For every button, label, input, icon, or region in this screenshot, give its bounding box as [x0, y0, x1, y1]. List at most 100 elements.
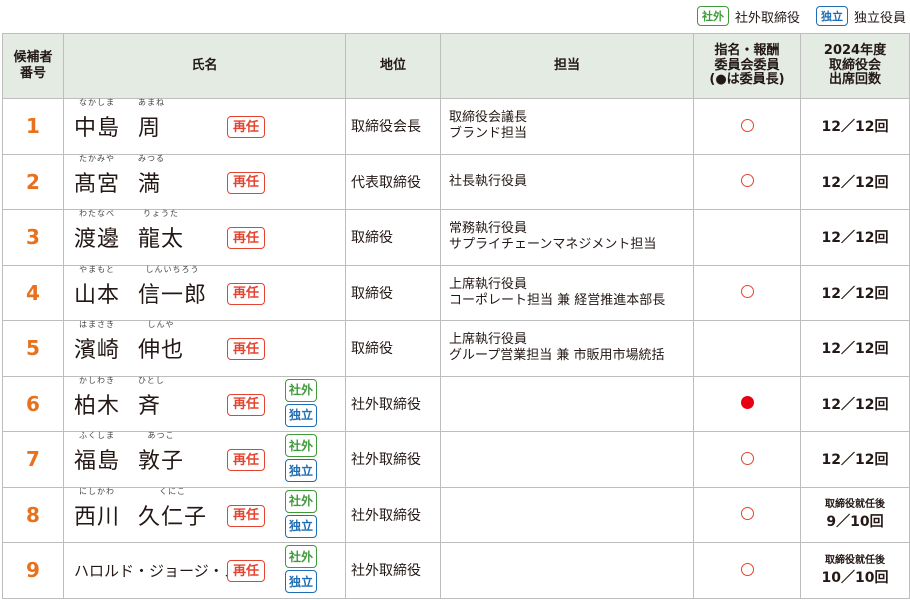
committee-cell — [693, 542, 801, 599]
committee-member-mark — [740, 451, 754, 465]
candidate-number: 1 — [2, 98, 64, 155]
independent-officer-badge: 独立 — [285, 570, 318, 593]
given-name: 周 — [138, 116, 162, 142]
independent-officer-badge: 独立 — [285, 514, 318, 538]
attendance-cell: 12／12回 — [800, 320, 910, 377]
committee-cell — [693, 431, 801, 488]
header-responsibility: 担当 — [440, 33, 694, 99]
candidate-name-cell: かしわき 柏木 ひとし斉 再任 社外 独立 — [63, 375, 346, 432]
candidate-name-cell: にしかわ 西川 くにこ 久仁子 再任 社外 独立 — [63, 486, 346, 543]
attendance-cell: 12／12回 — [800, 209, 910, 266]
candidate-position: 社外取締役 — [345, 431, 441, 488]
attendance-value: 12／12回 — [821, 230, 889, 247]
family-ruby: にしかわ — [79, 486, 115, 496]
outside-director-badge: 社外 — [285, 434, 318, 457]
committee-member-mark — [740, 562, 754, 576]
attendance-value: 12／12回 — [821, 341, 889, 358]
given-ruby: くにこ — [159, 486, 186, 496]
candidate-name-cell: ハロルド・ジョージ・メイ 再任 社外 独立 — [63, 542, 346, 599]
committee-member-mark — [740, 285, 754, 299]
committee-cell — [693, 209, 801, 266]
candidate-responsibility — [440, 431, 694, 488]
candidate-number: 5 — [2, 320, 64, 377]
candidate-responsibility: 取締役会議長 ブランド担当 — [440, 98, 694, 155]
committee-member-mark — [740, 507, 754, 521]
family-ruby: かしわき — [79, 375, 115, 385]
attendance-value: 12／12回 — [821, 174, 889, 191]
family-ruby: たかみや — [79, 153, 115, 163]
attendance-note: 取締役就任後 — [825, 499, 885, 511]
candidate-number: 8 — [2, 486, 64, 543]
attendance-value: 12／12回 — [821, 396, 889, 413]
independent-officer-label: 独立役員 — [853, 10, 906, 26]
candidate-number: 9 — [2, 542, 64, 599]
committee-cell — [693, 98, 801, 155]
candidate-responsibility — [440, 486, 694, 543]
candidate-name-cell: たかみや 髙宮 みつる満 再任 — [63, 153, 346, 210]
independent-officer-badge: 独立 — [285, 459, 318, 482]
reappoint-badge: 再任 — [227, 393, 266, 416]
outside-director-label: 社外取締役 — [734, 10, 800, 26]
family-name: 髙宮 — [74, 171, 121, 197]
committee-cell — [693, 264, 801, 321]
table-row: 3 わたなべ 渡邊 りょうた 龍太 再任 取締役 常務執行役員 サプライチェーンマネジメント担… — [2, 209, 910, 266]
given-ruby: しんや — [147, 320, 175, 330]
candidate-position: 取締役会長 — [345, 98, 441, 155]
committee-member-mark — [740, 118, 754, 132]
given-name: 敦子 — [138, 449, 185, 475]
family-name: 濱崎 — [74, 338, 121, 364]
reappoint-badge: 再任 — [227, 282, 266, 305]
header-row: 候補者 番号 氏名 地位 担当 指名・報酬 委員会委員 (●は委員長) 2024… — [2, 33, 910, 99]
table-row: 2 たかみや 髙宮 みつる満 再任 代表取締役 社長執行役員 12／12回 — [2, 153, 910, 210]
candidate-responsibility: 上席執行役員 グループ営業担当 兼 市販用市場統括 — [440, 320, 694, 377]
candidate-number: 3 — [2, 209, 64, 266]
committee-cell — [693, 320, 801, 377]
candidate-position: 社外取締役 — [345, 375, 441, 432]
family-name: 福島 — [74, 449, 121, 475]
given-name: 信一郎 — [138, 282, 208, 308]
candidate-position: 代表取締役 — [345, 153, 441, 210]
candidate-responsibility — [440, 542, 694, 599]
reappoint-badge: 再任 — [227, 560, 266, 582]
committee-cell — [693, 153, 801, 210]
header-committee: 指名・報酬 委員会委員 (●は委員長) — [693, 33, 801, 99]
attendance-cell: 12／12回 — [800, 98, 910, 155]
header-no: 候補者 番号 — [2, 33, 64, 99]
attendance-cell: 12／12回 — [800, 375, 910, 432]
attendance-value: 9／10回 — [826, 514, 884, 531]
table-row: 7 ふくしま 福島 あつこ 敦子 再任 社外 独立 社外取締役 12／12回 — [2, 431, 910, 488]
candidate-position: 社外取締役 — [345, 542, 441, 599]
table-row: 1 なかしま中島 あまね周 再任 取締役会長 取締役会議長 ブランド担当 12／12回 — [2, 98, 910, 155]
given-ruby: みつる — [138, 153, 166, 163]
table-row: 9 ハロルド・ジョージ・メイ 再任 社外 独立 社外取締役 取締役就任後 10／10回 — [2, 542, 910, 599]
table-row: 4 やまもと 山本 しんいちろう 信一郎 再任 取締役 上席執行役員 コーポレート担当 兼 経… — [2, 264, 910, 321]
family-ruby: わたなべ — [79, 209, 115, 219]
attendance-cell: 取締役就任後 9／10回 — [800, 486, 910, 543]
candidate-number: 6 — [2, 375, 64, 432]
attendance-note: 取締役就任後 — [825, 554, 885, 566]
candidate-responsibility: 常務執行役員 サプライチェーンマネジメント担当 — [440, 209, 694, 266]
candidate-number: 7 — [2, 431, 64, 488]
family-ruby: やまもと — [79, 264, 115, 274]
candidate-position: 取締役 — [345, 264, 441, 321]
candidate-responsibility — [440, 375, 694, 432]
candidate-name-cell: はまさき 濱崎 しんや 伸也 再任 — [63, 320, 346, 377]
attendance-cell: 12／12回 — [800, 153, 910, 210]
committee-chair-mark — [740, 396, 754, 410]
committee-member-mark — [740, 174, 754, 188]
given-ruby: しんいちろう — [145, 264, 200, 274]
family-ruby: なかしま — [79, 98, 115, 108]
candidate-responsibility: 社長執行役員 — [440, 153, 694, 210]
given-ruby: りょうた — [143, 209, 180, 219]
given-ruby: あまね — [138, 98, 166, 108]
given-name: 久仁子 — [138, 504, 208, 530]
reappoint-badge: 再任 — [227, 116, 266, 138]
family-name: 山本 — [74, 282, 121, 308]
given-ruby: ひとし — [138, 375, 165, 385]
family-name: 渡邊 — [74, 227, 121, 253]
candidate-position: 取締役 — [345, 320, 441, 377]
given-name: 満 — [138, 171, 162, 197]
attendance-value: 12／12回 — [821, 285, 889, 302]
candidates-table: 候補者 番号 氏名 地位 担当 指名・報酬 委員会委員 (●は委員長) 2024… — [2, 33, 910, 599]
family-name: 中島 — [74, 116, 121, 142]
